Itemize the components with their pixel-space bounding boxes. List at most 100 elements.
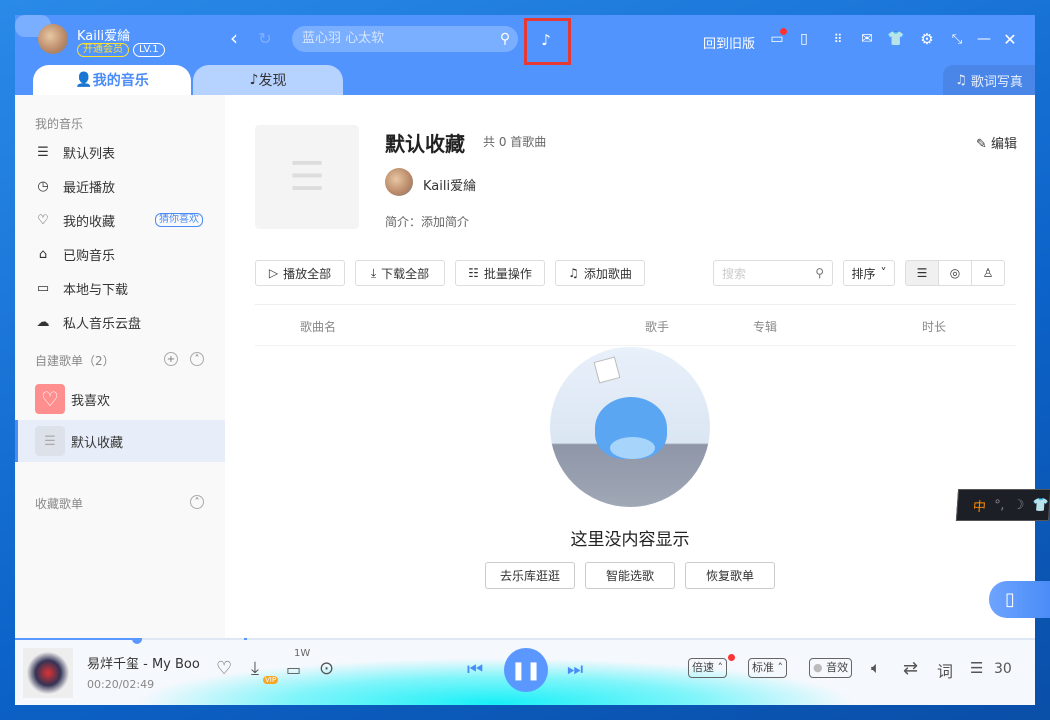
pause-button[interactable]: ❚❚	[504, 648, 548, 692]
batch-button[interactable]: ☷ 批量操作	[455, 260, 545, 286]
sort-dropdown[interactable]: 排序 ˅	[843, 260, 895, 286]
refresh-icon[interactable]: ↻	[255, 27, 275, 49]
guess-badge[interactable]: 猜你喜欢	[155, 213, 203, 227]
moon-icon[interactable]: ☽	[1012, 498, 1025, 513]
progress-bar[interactable]	[15, 638, 1035, 640]
tab-discover[interactable]: ♪ 发现	[193, 65, 343, 95]
playlist-item-default[interactable]: ☰ 默认收藏	[15, 420, 225, 462]
play-all-button[interactable]: ▷ 播放全部	[255, 260, 345, 286]
level-badge[interactable]: LV.1	[133, 43, 165, 57]
lyrics-button[interactable]: 词	[937, 658, 953, 682]
back-icon[interactable]: ‹	[225, 26, 243, 50]
gear-icon[interactable]: ⚙	[919, 30, 935, 48]
sidebar-item-recent[interactable]: ◷ 最近播放	[15, 169, 225, 203]
comment-icon[interactable]: ▭	[286, 660, 301, 679]
punctuation-icon[interactable]: °,	[993, 498, 1005, 513]
like-icon[interactable]: ♡	[216, 658, 232, 679]
heart-icon: ♡	[35, 384, 65, 414]
collected-playlists-header: 收藏歌单	[35, 497, 84, 511]
skin-icon[interactable]: 👕	[1032, 498, 1049, 513]
ime-toolbar[interactable]: 中 °, ☽ 👕	[955, 489, 1050, 521]
checklist-icon: ☷	[468, 266, 479, 280]
download-all-button[interactable]: ⤓ 下载全部	[355, 260, 445, 286]
lyrics-icon: ♫	[955, 72, 967, 88]
mail-icon[interactable]: ✉	[859, 31, 875, 47]
artist-view-button[interactable]: ♙	[971, 260, 1005, 286]
collapse-icon[interactable]: ˄	[190, 495, 204, 509]
playlist-search-input[interactable]: 搜索 ⚲	[713, 260, 833, 286]
column-duration[interactable]: 时长	[922, 318, 946, 335]
mini-mode-icon[interactable]: ⤡	[949, 31, 965, 47]
owner-avatar[interactable]	[385, 168, 413, 196]
tab-my-music[interactable]: 👤 我的音乐	[33, 65, 191, 95]
playlist-item-liked[interactable]: ♡ 我喜欢	[15, 378, 225, 420]
player-bar: 易烊千玺 - My Boo 00:20/02:49 ♡ ⤓ VIP ▭ 1W ⊙…	[15, 638, 1035, 705]
repeat-icon[interactable]: ⇄	[903, 658, 918, 679]
list-view-button[interactable]: ☰	[905, 260, 939, 286]
user-avatar[interactable]	[38, 24, 68, 54]
next-icon[interactable]: ⏭	[567, 659, 583, 680]
playlist-icon: ☰	[35, 426, 65, 456]
progress-handle[interactable]	[132, 638, 143, 644]
paper-icon	[593, 356, 621, 384]
my-music-header: 我的音乐	[35, 117, 84, 131]
add-playlist-icon[interactable]: +	[164, 352, 178, 366]
volume-icon[interactable]: 🔈︎	[871, 658, 881, 678]
empty-message: 这里没内容显示	[570, 530, 690, 550]
column-artist[interactable]: 歌手	[645, 318, 669, 335]
queue-count[interactable]: 30	[994, 661, 1012, 677]
mobile-sync-button[interactable]: ▯	[989, 581, 1050, 618]
speed-button[interactable]: 倍速 ˄	[688, 658, 727, 678]
lyrics-photo-button[interactable]: ♫ 歌词写真	[943, 65, 1035, 95]
sidebar-item-local[interactable]: ▭ 本地与下载	[15, 271, 225, 305]
search-icon[interactable]: ⚲	[496, 30, 514, 48]
smart-pick-button[interactable]: 智能选歌	[585, 562, 675, 589]
phone-icon[interactable]: ▯	[796, 31, 812, 47]
sidebar-item-favorites[interactable]: ♡ 我的收藏 猜你喜欢	[15, 203, 225, 237]
previous-icon[interactable]: ⏮	[467, 659, 483, 680]
user-name[interactable]: Kaili爱綸	[77, 25, 130, 44]
browse-library-button[interactable]: 去乐库逛逛	[485, 562, 575, 589]
restore-playlist-button[interactable]: 恢复歌单	[685, 562, 775, 589]
add-song-button[interactable]: ♫ 添加歌曲	[555, 260, 645, 286]
queue-icon[interactable]: ☰	[970, 659, 983, 677]
minimize-icon[interactable]: —	[976, 31, 992, 47]
tab-label: 发现	[258, 73, 287, 89]
song-title[interactable]: 易烊千玺 - My Boo	[87, 653, 200, 672]
skin-shirt-icon[interactable]: 👕	[887, 31, 904, 47]
album-view-button[interactable]: ◎	[938, 260, 972, 286]
monitor-icon: ▭	[36, 280, 50, 296]
sidebar-item-default-list[interactable]: ☰ 默认列表	[15, 135, 225, 169]
search-icon: ⚲	[815, 266, 824, 280]
download-icon[interactable]: ⤓	[251, 658, 259, 679]
batch-label: 批量操作	[483, 266, 532, 281]
playlist-title: 默认收藏	[385, 132, 465, 156]
column-song-name[interactable]: 歌曲名	[300, 318, 336, 335]
sidebar-item-purchased[interactable]: ⌂ 已购音乐	[15, 237, 225, 271]
chevron-down-icon: ˅	[880, 266, 887, 280]
more-icon[interactable]: ⊙	[319, 658, 334, 679]
old-version-link[interactable]: 回到旧版	[703, 33, 755, 52]
vip-badge[interactable]: 开通会员	[77, 43, 129, 57]
music-note-icon: ♪	[249, 72, 259, 88]
search-input[interactable]: 蓝心羽 心太软	[292, 26, 518, 52]
voice-music-icon[interactable]: ♪	[535, 29, 557, 51]
collapse-icon[interactable]: ˄	[190, 352, 204, 366]
album-art[interactable]	[23, 648, 73, 698]
sidebar-item-label: 本地与下载	[63, 282, 129, 298]
ime-mode[interactable]: 中	[972, 496, 986, 515]
column-album[interactable]: 专辑	[753, 318, 777, 335]
playlist-intro[interactable]: 简介：添加简介	[385, 213, 469, 230]
apps-grid-icon[interactable]: ⠿	[830, 31, 846, 47]
owner-name[interactable]: Kaili爱綸	[423, 175, 476, 194]
effect-button[interactable]: ● 音效	[809, 658, 853, 678]
close-icon[interactable]: ✕	[1002, 30, 1018, 49]
pencil-icon: ✎	[975, 137, 991, 152]
playlist-label: 我喜欢	[71, 393, 111, 409]
playlist-label: 默认收藏	[71, 435, 124, 451]
add-music-icon: ♫	[568, 266, 579, 280]
clock-icon: ◷	[37, 178, 49, 194]
quality-button[interactable]: 标准 ˄	[748, 658, 787, 678]
sidebar-item-cloud[interactable]: ☁ 私人音乐云盘	[15, 305, 225, 339]
edit-button[interactable]: ✎ 编辑	[976, 133, 1017, 152]
